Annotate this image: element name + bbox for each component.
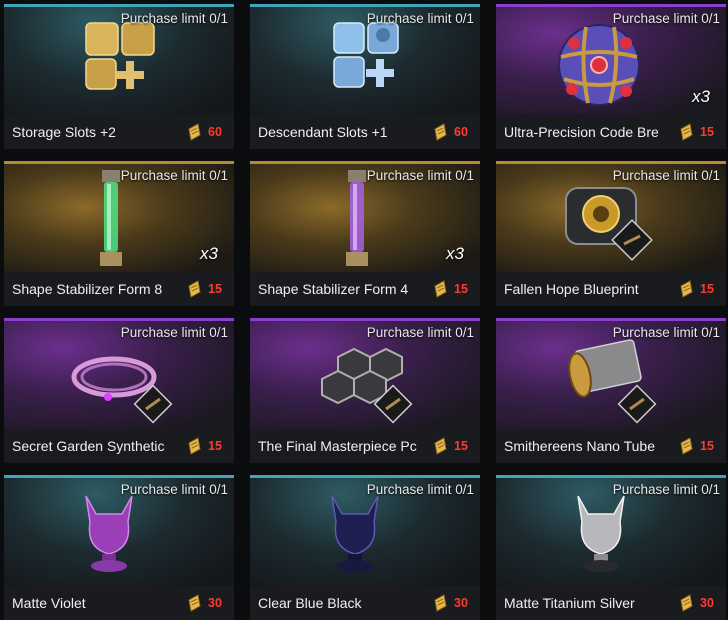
caliber-currency-icon	[680, 280, 693, 298]
shop-item-card[interactable]: Purchase limit 0/1 Fallen Hope Blueprint…	[496, 161, 726, 306]
item-price: 60	[208, 125, 222, 139]
item-name: Clear Blue Black	[258, 595, 362, 611]
purchase-limit-label: Purchase limit 0/1	[366, 11, 474, 26]
caliber-currency-icon	[188, 437, 201, 455]
purchase-limit-label: Purchase limit 0/1	[120, 11, 228, 26]
item-price: 15	[454, 439, 468, 453]
item-footer: Shape Stabilizer Form 8 15	[4, 272, 234, 306]
shop-item-card[interactable]: Purchase limit 0/1 x3 Ultra-Precision Co…	[496, 4, 726, 149]
purchase-limit-label: Purchase limit 0/1	[612, 168, 720, 183]
item-price: 15	[700, 125, 714, 139]
shop-item-card[interactable]: Purchase limit 0/1 Matte Violet 30	[4, 475, 234, 620]
caliber-currency-icon	[434, 437, 447, 455]
item-footer: Ultra-Precision Code Bre 15	[496, 115, 726, 149]
item-footer: The Final Masterpiece Pc 15	[250, 429, 480, 463]
shop-item-card[interactable]: Purchase limit 0/1 Secret Garden Synthet…	[4, 318, 234, 463]
item-name: Descendant Slots +1	[258, 124, 388, 140]
caliber-currency-icon	[188, 594, 201, 612]
caliber-currency-icon	[434, 594, 447, 612]
purchase-limit-label: Purchase limit 0/1	[612, 482, 720, 497]
item-footer: Descendant Slots +1 60	[250, 115, 480, 149]
shop-item-card[interactable]: Purchase limit 0/1 Smithereens Nano Tube…	[496, 318, 726, 463]
item-footer: Storage Slots +2 60	[4, 115, 234, 149]
item-price: 15	[700, 282, 714, 296]
quantity-badge: x3	[446, 244, 464, 263]
item-name: The Final Masterpiece Pc	[258, 438, 417, 454]
item-price: 15	[700, 439, 714, 453]
item-name: Fallen Hope Blueprint	[504, 281, 639, 297]
item-name: Storage Slots +2	[12, 124, 116, 140]
caliber-currency-icon	[680, 123, 693, 141]
item-name: Matte Titanium Silver	[504, 595, 635, 611]
shop-item-card[interactable]: Purchase limit 0/1 Matte Titanium Silver…	[496, 475, 726, 620]
shop-item-card[interactable]: Purchase limit 0/1 The Final Masterpiece…	[250, 318, 480, 463]
item-name: Shape Stabilizer Form 4	[258, 281, 409, 297]
shop-item-card[interactable]: Purchase limit 0/1 Clear Blue Black 30	[250, 475, 480, 620]
caliber-currency-icon	[680, 594, 693, 612]
item-price: 30	[454, 596, 468, 610]
item-name: Ultra-Precision Code Bre	[504, 124, 659, 140]
item-footer: Smithereens Nano Tube 15	[496, 429, 726, 463]
item-name: Secret Garden Synthetic	[12, 438, 165, 454]
purchase-limit-label: Purchase limit 0/1	[120, 168, 228, 183]
shop-item-card[interactable]: Purchase limit 0/1 Storage Slots +2 60	[4, 4, 234, 149]
shop-item-card[interactable]: Purchase limit 0/1 x3 Shape Stabilizer F…	[4, 161, 234, 306]
item-price: 60	[454, 125, 468, 139]
item-price: 15	[454, 282, 468, 296]
purchase-limit-label: Purchase limit 0/1	[366, 325, 474, 340]
item-footer: Fallen Hope Blueprint 15	[496, 272, 726, 306]
caliber-currency-icon	[188, 123, 201, 141]
shop-item-card[interactable]: Purchase limit 0/1 Descendant Slots +1 6…	[250, 4, 480, 149]
item-footer: Clear Blue Black 30	[250, 586, 480, 620]
item-footer: Matte Violet 30	[4, 586, 234, 620]
item-name: Matte Violet	[12, 595, 86, 611]
caliber-currency-icon	[188, 280, 201, 298]
purchase-limit-label: Purchase limit 0/1	[120, 482, 228, 497]
quantity-badge: x3	[200, 244, 218, 263]
item-price: 30	[700, 596, 714, 610]
item-price: 15	[208, 282, 222, 296]
caliber-currency-icon	[434, 280, 447, 298]
purchase-limit-label: Purchase limit 0/1	[612, 11, 720, 26]
quantity-badge: x3	[692, 87, 710, 106]
purchase-limit-label: Purchase limit 0/1	[120, 325, 228, 340]
item-name: Smithereens Nano Tube	[504, 438, 655, 454]
item-price: 15	[208, 439, 222, 453]
caliber-currency-icon	[680, 437, 693, 455]
purchase-limit-label: Purchase limit 0/1	[366, 482, 474, 497]
item-footer: Matte Titanium Silver 30	[496, 586, 726, 620]
item-footer: Shape Stabilizer Form 4 15	[250, 272, 480, 306]
purchase-limit-label: Purchase limit 0/1	[612, 325, 720, 340]
item-footer: Secret Garden Synthetic 15	[4, 429, 234, 463]
shop-item-grid: Purchase limit 0/1 Storage Slots +2 60 P…	[4, 4, 728, 620]
item-price: 30	[208, 596, 222, 610]
purchase-limit-label: Purchase limit 0/1	[366, 168, 474, 183]
item-name: Shape Stabilizer Form 8	[12, 281, 163, 297]
caliber-currency-icon	[434, 123, 447, 141]
shop-item-card[interactable]: Purchase limit 0/1 x3 Shape Stabilizer F…	[250, 161, 480, 306]
